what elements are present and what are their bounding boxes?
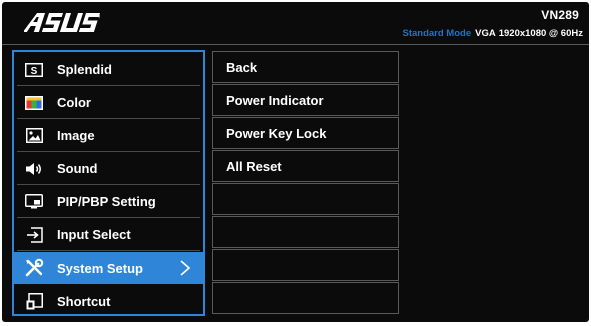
image-icon [23,126,45,146]
menu-item-label: PIP/PBP Setting [57,194,156,209]
resolution: 1920x1080 @ 60Hz [498,28,583,39]
sub-item-all-reset[interactable]: All Reset [212,150,399,182]
menu-item-label: Color [57,95,91,110]
sub-item-power-key-lock[interactable]: Power Key Lock [212,117,399,149]
pip-icon [23,192,45,212]
chevron-right-icon [180,260,191,276]
current-mode: Standard Mode [402,28,472,39]
menu-item-shortcut[interactable]: Shortcut [17,285,200,317]
svg-text:®: ® [98,14,100,19]
sub-item-empty [212,216,399,248]
svg-text:S: S [31,66,38,77]
menu-item-pip-pbp[interactable]: PIP/PBP Setting [17,186,200,218]
menu-item-label: Sound [57,161,98,176]
shortcut-icon [23,291,45,311]
sub-item-empty [212,282,399,314]
menu-item-label: System Setup [57,260,143,276]
menu-item-sound[interactable]: Sound [17,153,200,185]
menu-item-label: Image [57,128,95,143]
speaker-icon [23,159,45,179]
sub-item-power-indicator[interactable]: Power Indicator [212,84,399,116]
main-menu: S Splendid Color Image Sound PIP/PBP Set… [12,50,205,316]
osd-header: ® VN289 Standard Mode VGA 1920x1080 @ 60Hz [2,2,589,44]
menu-item-label: Shortcut [57,293,111,309]
menu-item-image[interactable]: Image [17,120,200,152]
menu-item-splendid[interactable]: S Splendid [17,54,200,86]
input-source: VGA [475,28,496,39]
splendid-s-icon: S [23,60,45,80]
model-name: VN289 [541,8,579,22]
tools-icon [23,258,45,278]
sub-item-empty [212,183,399,215]
menu-item-label: Input Select [57,227,131,242]
asus-logo: ® [24,13,100,32]
sub-menu: Back Power Indicator Power Key Lock All … [212,51,399,315]
header-divider [2,44,589,45]
menu-item-color[interactable]: Color [17,87,200,119]
color-palette-icon [23,93,45,113]
sub-item-back[interactable]: Back [212,51,399,83]
osd-menu: ® VN289 Standard Mode VGA 1920x1080 @ 60Hz… [2,2,589,322]
menu-item-label: Splendid [57,62,112,77]
sub-item-empty [212,249,399,281]
menu-item-system-setup[interactable]: System Setup [14,252,203,284]
signal-status: Standard Mode VGA 1920x1080 @ 60Hz [403,28,584,39]
menu-item-input-select[interactable]: Input Select [17,219,200,251]
input-select-icon [23,225,45,245]
